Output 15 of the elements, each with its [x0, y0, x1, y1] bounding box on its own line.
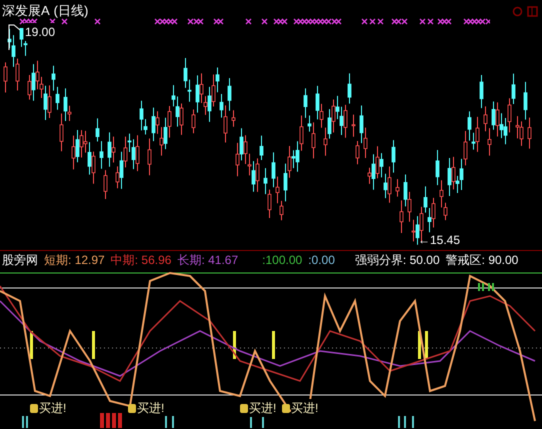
threshold-label: 警戒区: 90.00	[446, 252, 518, 269]
stock-title: 深发展A	[2, 2, 50, 20]
indicator-value: 中期: 56.96	[110, 252, 172, 269]
buy-signal-label: 买进!	[249, 399, 276, 417]
indicator-name: 股旁网	[2, 252, 38, 269]
leader-line	[8, 24, 22, 50]
high-price-label: 19.00	[24, 23, 56, 41]
window-icon[interactable]	[527, 6, 538, 17]
indicator-value: 长期: 41.67	[177, 252, 238, 269]
indicator-output: :0.00	[308, 252, 335, 269]
low-price-label: ←15.45	[418, 232, 460, 249]
indicator-output: :100.00	[262, 252, 302, 269]
indicator-value: 短期: 12.97	[44, 252, 105, 269]
threshold-label: 强弱分界: 50.00	[354, 252, 440, 269]
period-label: (日线)	[54, 2, 88, 20]
